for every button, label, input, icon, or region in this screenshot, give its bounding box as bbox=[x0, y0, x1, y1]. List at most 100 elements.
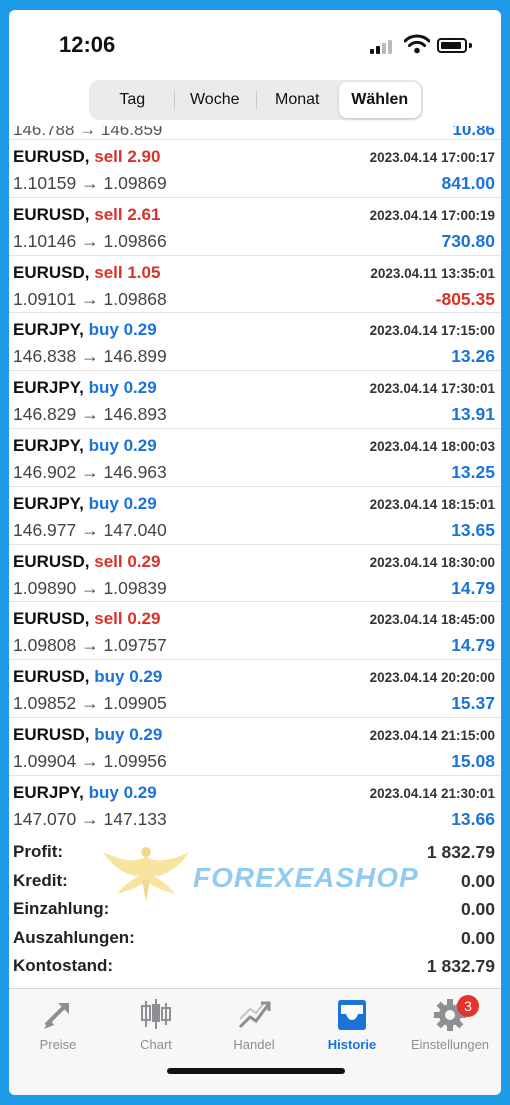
trade-title: EURJPY, buy 0.29 bbox=[13, 494, 157, 514]
trade-symbol: EURJPY, bbox=[13, 435, 84, 455]
tab-chart[interactable]: Chart bbox=[107, 997, 205, 1057]
trade-title: EURUSD, sell 2.90 bbox=[13, 147, 160, 167]
trade-row[interactable]: EURUSD, sell 0.29 2023.04.14 18:30:00 1.09… bbox=[9, 545, 501, 603]
trade-side: buy bbox=[88, 320, 119, 340]
trade-row[interactable]: EURJPY, buy 0.29 2023.04.14 21:30:01 147.0… bbox=[9, 776, 501, 832]
trade-side: sell bbox=[94, 609, 123, 629]
trade-title: EURUSD, sell 1.05 bbox=[13, 263, 160, 283]
trade-volume: 0.29 bbox=[129, 724, 163, 744]
trade-symbol: EURUSD, bbox=[13, 724, 90, 744]
trade-side: buy bbox=[88, 378, 119, 398]
trade-side: sell bbox=[94, 204, 123, 224]
trade-time: 2023.04.14 17:15:00 bbox=[369, 323, 495, 339]
home-indicator[interactable] bbox=[167, 1068, 345, 1074]
trade-profit: 13.66 bbox=[451, 808, 495, 829]
summary-value: 0.00 bbox=[460, 899, 495, 919]
trade-volume: 0.29 bbox=[127, 551, 161, 571]
arrow-icon: → bbox=[81, 230, 99, 251]
tab-handel[interactable]: Handel bbox=[205, 997, 303, 1057]
open-price: 146.838 bbox=[13, 346, 77, 367]
period-segmented-control: Tag Woche Monat Wählen bbox=[89, 80, 423, 120]
open-price: 146.829 bbox=[13, 404, 77, 425]
partial-row-profit: 10.86 bbox=[452, 126, 495, 139]
open-price: 1.10146 bbox=[13, 230, 77, 251]
trade-row[interactable]: EURJPY, buy 0.29 2023.04.14 17:15:00 146.8… bbox=[9, 313, 501, 372]
summary-label: Einzahlung: bbox=[13, 899, 110, 918]
trade-volume: 0.29 bbox=[127, 609, 161, 629]
trade-time: 2023.04.14 18:15:01 bbox=[369, 496, 495, 512]
trade-row[interactable]: EURUSD, buy 0.29 2023.04.14 21:15:00 1.099… bbox=[9, 718, 501, 776]
trade-volume: 1.05 bbox=[127, 262, 161, 282]
trade-profit: -805.35 bbox=[435, 288, 495, 309]
trade-row[interactable]: EURUSD, buy 0.29 2023.04.14 20:20:00 1.098… bbox=[9, 660, 501, 718]
trade-profit: 15.08 bbox=[451, 750, 495, 771]
partial-row-price: 146.788 → 146.859 bbox=[13, 126, 163, 139]
open-price: 1.10159 bbox=[13, 173, 77, 193]
arrow-icon: → bbox=[81, 346, 99, 367]
trade-time: 2023.04.14 18:30:00 bbox=[369, 554, 495, 570]
close-price: 1.09866 bbox=[103, 230, 167, 251]
trade-row[interactable]: EURUSD, sell 0.29 2023.04.14 18:45:00 1.09… bbox=[9, 602, 501, 661]
trade-prices: 146.829 → 146.893 bbox=[13, 404, 167, 425]
wifi-icon bbox=[404, 34, 430, 54]
trade-volume: 0.29 bbox=[129, 667, 163, 687]
close-price: 1.09839 bbox=[103, 577, 167, 598]
trade-prices: 146.838 → 146.899 bbox=[13, 346, 167, 367]
arrow-icon: → bbox=[81, 577, 99, 598]
summary-label: Kontostand: bbox=[13, 956, 114, 975]
open-price: 146.977 bbox=[13, 519, 77, 540]
segment-tag[interactable]: Tag bbox=[91, 82, 174, 118]
trade-prices: 1.10146 → 1.09866 bbox=[13, 231, 167, 252]
segment-wählen[interactable]: Wählen bbox=[338, 82, 421, 118]
trade-title: EURUSD, sell 2.61 bbox=[13, 205, 160, 225]
tab-label: Einstellungen bbox=[410, 1037, 490, 1052]
close-price: 146.899 bbox=[103, 346, 167, 367]
trade-symbol: EURJPY, bbox=[13, 378, 84, 398]
trade-profit: 13.91 bbox=[451, 404, 495, 425]
summary-label: Kredit: bbox=[13, 870, 68, 890]
tab-preise[interactable]: Preise bbox=[9, 997, 107, 1057]
segment-woche[interactable]: Woche bbox=[173, 82, 257, 118]
arrow-icon: → bbox=[81, 635, 99, 656]
trade-row[interactable]: EURJPY, buy 0.29 2023.04.14 18:00:03 146.9… bbox=[9, 429, 501, 487]
trade-symbol: EURUSD, bbox=[13, 147, 90, 166]
trade-profit: 730.80 bbox=[441, 230, 495, 251]
tab-historie[interactable]: Historie bbox=[303, 997, 401, 1057]
trade-symbol: EURJPY, bbox=[13, 320, 84, 340]
trade-time: 2023.04.14 17:00:17 bbox=[369, 150, 495, 165]
arrow-icon: → bbox=[81, 461, 99, 482]
tab-label: Handel bbox=[233, 1037, 275, 1052]
trade-profit: 13.26 bbox=[451, 346, 495, 367]
trade-title: EURUSD, buy 0.29 bbox=[13, 725, 162, 745]
trade-time: 2023.04.14 18:45:00 bbox=[369, 612, 495, 628]
trade-profit: 14.79 bbox=[451, 577, 495, 598]
trade-row[interactable]: EURUSD, sell 2.90 2023.04.14 17:00:17 1.10… bbox=[9, 140, 501, 198]
trade-row[interactable]: EURUSD, sell 2.61 2023.04.14 17:00:19 1.10… bbox=[9, 198, 501, 256]
segment-monat[interactable]: Monat bbox=[256, 82, 339, 118]
trade-row[interactable]: EURJPY, buy 0.29 2023.04.14 17:30:01 146.8… bbox=[9, 371, 501, 429]
trade-title: EURJPY, buy 0.29 bbox=[13, 436, 157, 456]
trade-symbol: EURUSD, bbox=[13, 609, 90, 629]
arrow-icon: → bbox=[81, 750, 99, 771]
arrow-icon: → bbox=[81, 693, 99, 714]
close-price: 1.09956 bbox=[103, 750, 167, 771]
status-time: 12:06 bbox=[59, 32, 116, 57]
trade-time: 2023.04.14 21:30:01 bbox=[369, 785, 495, 801]
arrow-icon: → bbox=[81, 288, 99, 309]
tab-einstellungen[interactable]: Einstellungen 3 bbox=[401, 995, 499, 1057]
trade-prices: 146.902 → 146.963 bbox=[13, 462, 167, 483]
partial-trade-row[interactable]: 146.788 → 146.859 10.86 bbox=[9, 126, 501, 140]
trade-volume: 0.29 bbox=[123, 320, 157, 340]
trade-symbol: EURJPY, bbox=[13, 782, 84, 802]
trade-time: 2023.04.14 17:30:01 bbox=[369, 381, 495, 397]
trade-symbol: EURUSD, bbox=[13, 551, 90, 571]
arrow-icon: → bbox=[81, 519, 99, 540]
trade-row[interactable]: EURUSD, sell 1.05 2023.04.11 13:35:01 1.09… bbox=[9, 256, 501, 314]
close-price: 146.963 bbox=[103, 461, 167, 482]
trade-row[interactable]: EURJPY, buy 0.29 2023.04.14 18:15:01 146.9… bbox=[9, 487, 501, 545]
close-price: 1.09757 bbox=[103, 635, 167, 656]
trade-side: buy bbox=[94, 667, 125, 687]
open-price: 1.09890 bbox=[13, 577, 77, 598]
trade-profit: 13.25 bbox=[451, 461, 495, 482]
trade-history-list[interactable]: 146.788 → 146.859 10.86 EURUSD, sell 2.9… bbox=[9, 126, 501, 832]
